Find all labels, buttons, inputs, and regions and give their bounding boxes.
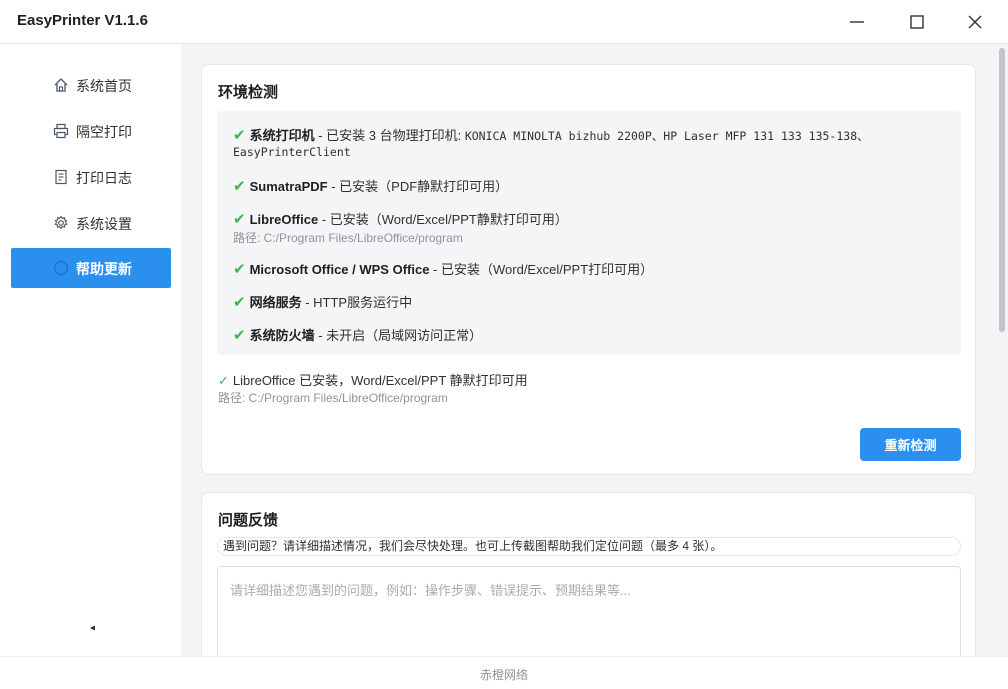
env-item-firewall: ✔ 系统防火墙 - 未开启（局域网访问正常）: [233, 325, 482, 344]
feedback-hint: 遇到问题？请详细描述情况，我们会尽快处理。也可上传截图帮助我们定位问题（最多 4…: [217, 537, 961, 556]
feedback-card: 问题反馈 遇到问题？请详细描述情况，我们会尽快处理。也可上传截图帮助我们定位问题…: [201, 492, 976, 656]
env-item-status: - 已安装（Word/Excel/PPT打印可用）: [429, 262, 654, 277]
home-icon: [54, 78, 68, 92]
env-item-name: Microsoft Office / WPS Office: [249, 262, 430, 277]
sidebar-item-help-update[interactable]: 帮助更新: [11, 248, 171, 288]
footer-text: 赤橙网络: [479, 668, 528, 682]
env-item-libreoffice: ✔ LibreOffice - 已安装（Word/Excel/PPT静默打印可用）: [233, 209, 568, 228]
footer: 赤橙网络: [0, 656, 1008, 689]
env-check-list: ✔ 系统打印机 - 已安装 3 台物理打印机: KONICA MINOLTA bi…: [217, 111, 961, 355]
sidebar-item-label: 帮助更新: [76, 261, 132, 277]
env-item-name: SumatraPDF: [249, 179, 328, 194]
scrollbar[interactable]: [997, 44, 1008, 656]
check-icon: ✔: [233, 327, 246, 344]
document-icon: [55, 169, 67, 185]
sidebar-item-label: 系统设置: [76, 216, 132, 232]
sidebar-item-settings[interactable]: 系统设置: [11, 203, 171, 243]
sidebar-item-label: 隔空打印: [76, 124, 132, 140]
close-button[interactable]: [952, 6, 998, 38]
check-icon: ✔: [233, 127, 246, 144]
check-icon: ✓: [218, 373, 229, 388]
env-summary: ✓ LibreOffice 已安装，Word/Excel/PPT 静默打印可用: [218, 370, 528, 389]
sidebar: 系统首页 隔空打印 打印日志 系统设置 帮助更新: [0, 44, 181, 656]
sidebar-item-print-log[interactable]: 打印日志: [11, 157, 171, 197]
env-item-status: - 已安装（Word/Excel/PPT静默打印可用）: [318, 212, 568, 227]
check-icon: ✔: [233, 178, 246, 195]
env-item-name: LibreOffice: [249, 212, 319, 227]
maximize-icon: [910, 15, 924, 29]
scrollbar-thumb[interactable]: [999, 48, 1005, 332]
env-item-status: - 已安装（PDF静默打印可用）: [327, 179, 509, 194]
maximize-button[interactable]: [894, 6, 940, 38]
circle-icon: [53, 260, 69, 276]
recheck-button[interactable]: 重新检测: [860, 428, 961, 461]
minimize-icon: [850, 21, 864, 23]
env-item-name: 系统打印机: [249, 128, 315, 143]
env-item-name: 系统防火墙: [249, 328, 315, 343]
sidebar-item-home[interactable]: 系统首页: [11, 65, 171, 105]
env-summary-text: LibreOffice 已安装，Word/Excel/PPT 静默打印可用: [232, 373, 528, 388]
env-check-card: 环境检测 ✔ 系统打印机 - 已安装 3 台物理打印机: KONICA MINOL…: [201, 64, 976, 475]
env-item-status: - HTTP服务运行中: [301, 295, 413, 310]
env-item-detail-continued: EasyPrinterClient: [233, 145, 351, 159]
env-item-office: ✔ Microsoft Office / WPS Office - 已安装（Wor…: [233, 259, 653, 278]
check-icon: ✔: [233, 294, 246, 311]
main-content: 环境检测 ✔ 系统打印机 - 已安装 3 台物理打印机: KONICA MINOL…: [181, 44, 997, 656]
feedback-textarea[interactable]: [217, 566, 961, 656]
feedback-title: 问题反馈: [218, 512, 279, 529]
sidebar-item-airprint[interactable]: 隔空打印: [11, 111, 171, 151]
sidebar-item-label: 系统首页: [76, 78, 132, 94]
check-icon: ✔: [233, 261, 246, 278]
close-icon: [968, 15, 982, 29]
env-item-name: 网络服务: [249, 295, 302, 310]
env-item-detail: KONICA MINOLTA bizhub 2200P、HP Laser MFP…: [464, 129, 869, 143]
sidebar-item-label: 打印日志: [76, 170, 132, 186]
env-check-title: 环境检测: [218, 84, 279, 101]
env-item-status: - 未开启（局域网访问正常）: [314, 328, 483, 343]
env-item-sumatrapdf: ✔ SumatraPDF - 已安装（PDF静默打印可用）: [233, 176, 508, 195]
env-item-path: 路径: C:/Program Files/LibreOffice/program: [233, 231, 463, 245]
gear-icon: [54, 215, 68, 230]
collapse-arrow-icon[interactable]: [89, 624, 97, 632]
printer-icon: [53, 123, 69, 139]
env-item-printers: ✔ 系统打印机 - 已安装 3 台物理打印机: KONICA MINOLTA bi…: [233, 125, 869, 144]
app-title: EasyPrinter V1.1.6: [17, 12, 148, 29]
title-bar: EasyPrinter V1.1.6: [0, 0, 1008, 44]
env-item-status: - 已安装 3 台物理打印机:: [314, 128, 465, 143]
env-item-network: ✔ 网络服务 - HTTP服务运行中: [233, 292, 412, 311]
env-summary-path: 路径: C:/Program Files/LibreOffice/program: [218, 391, 448, 405]
minimize-button[interactable]: [834, 6, 880, 38]
check-icon: ✔: [233, 211, 246, 228]
